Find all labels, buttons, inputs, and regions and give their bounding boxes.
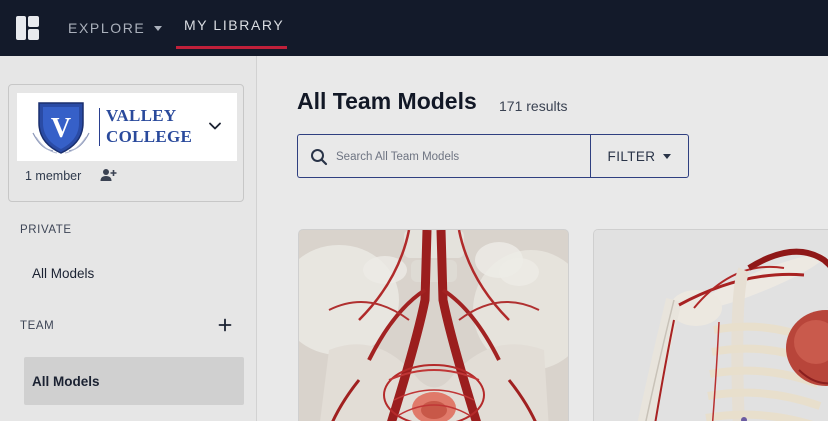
nav-my-library-tab[interactable]: MY LIBRARY [176, 0, 292, 50]
plus-icon[interactable] [218, 318, 232, 332]
org-name-line2: COLLEGE [106, 127, 193, 146]
org-logo[interactable]: V VALLEY COLLEGE [17, 93, 237, 161]
model-card[interactable] [298, 229, 569, 421]
private-section-label: PRIVATE [20, 224, 72, 236]
shield-icon: V [32, 102, 90, 154]
nav-explore-label: EXPLORE [68, 20, 146, 36]
page-title: All Team Models [297, 88, 477, 114]
search-icon [311, 149, 328, 166]
sidebar-item-label: All Models [32, 265, 95, 281]
search-box[interactable] [297, 134, 591, 178]
model-card[interactable] [593, 229, 828, 421]
search-input[interactable] [336, 145, 586, 169]
caret-down-icon [154, 25, 163, 31]
org-name: VALLEY COLLEGE [106, 105, 192, 147]
org-name-line1: VALLEY [106, 106, 177, 125]
sidebar-item-team-all-models[interactable]: All Models [24, 357, 244, 405]
main-content: All Team Models 171 results FILTER [258, 56, 828, 421]
nav-my-library-label: MY LIBRARY [184, 17, 285, 33]
team-section-label: TEAM [20, 320, 55, 332]
member-count[interactable]: 1 member [25, 169, 81, 183]
app-logo-icon[interactable] [16, 16, 39, 40]
org-logo-divider [99, 108, 100, 146]
filter-button-label: FILTER [607, 148, 656, 164]
chevron-down-icon[interactable] [207, 118, 223, 134]
sidebar-item-private-all-models[interactable]: All Models [24, 249, 244, 297]
top-navigation: EXPLORE MY LIBRARY [0, 0, 828, 56]
active-tab-indicator [176, 46, 287, 49]
nav-explore-menu[interactable]: EXPLORE [68, 19, 163, 37]
filter-button[interactable]: FILTER [590, 134, 689, 178]
model-thumbnail-pelvis [299, 230, 568, 421]
caret-down-icon [663, 153, 672, 159]
add-person-icon[interactable] [99, 167, 117, 183]
org-logo-letter: V [51, 113, 71, 144]
sidebar-item-label: All Models [32, 373, 100, 389]
org-card: V VALLEY COLLEGE 1 member [8, 84, 244, 202]
sidebar: V VALLEY COLLEGE 1 member PRIVATE All Mo… [0, 56, 257, 421]
model-thumbnail-thorax [594, 230, 828, 421]
result-count: 171 results [499, 98, 568, 114]
